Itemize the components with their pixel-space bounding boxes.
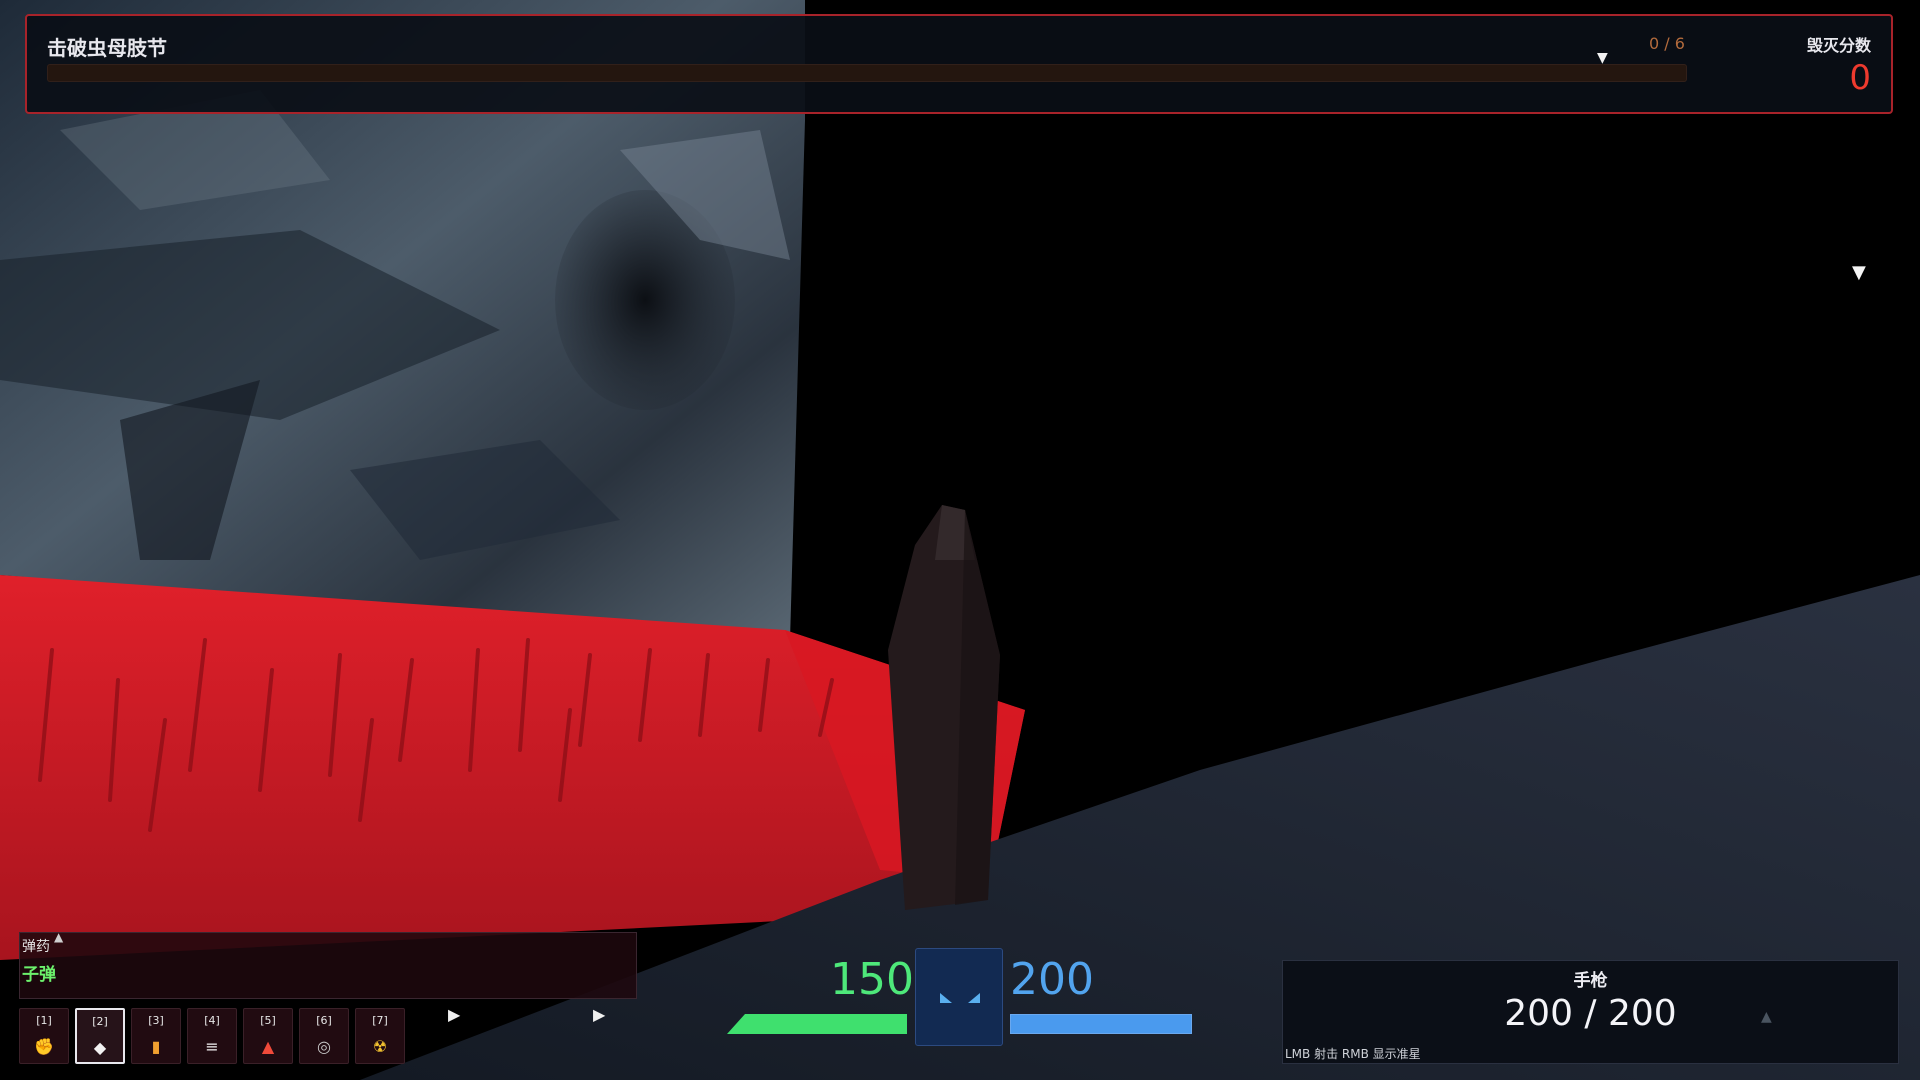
weapon-panel: 手枪 200 / 200 ▲ LMB 射击 RMB 显示准星 bbox=[1282, 960, 1899, 1064]
weapon-slot-4[interactable]: [4] ≡ bbox=[187, 1008, 237, 1064]
shield-bar-fill bbox=[1011, 1015, 1191, 1033]
game-scene bbox=[0, 0, 1920, 1080]
weapon-slot-2[interactable]: [2] ◆ bbox=[75, 1008, 125, 1064]
slot-key-label: [1] bbox=[36, 1014, 52, 1027]
ammo-panel: 弹药 ▲ 子弹 bbox=[19, 930, 637, 999]
slot-key-label: [4] bbox=[204, 1014, 220, 1027]
ammo-item[interactable]: 子弹 bbox=[22, 960, 56, 985]
objective-count: 0 / 6 bbox=[1649, 34, 1685, 53]
health-bar-fill bbox=[727, 1014, 907, 1034]
weapon-ammo-count: 200 / 200 bbox=[1504, 993, 1677, 1034]
battery-icon: ▮ bbox=[151, 1037, 161, 1056]
slot-key-label: [5] bbox=[260, 1014, 276, 1027]
ammo-collapse-icon[interactable]: ▲ bbox=[54, 930, 63, 944]
player-status-icon bbox=[915, 948, 1003, 1046]
fist-icon: ✊ bbox=[34, 1037, 54, 1056]
weapon-slot-1[interactable]: [1] ✊ bbox=[19, 1008, 69, 1064]
score-value: 0 bbox=[1849, 58, 1871, 98]
health-value: 150 bbox=[830, 954, 914, 1005]
shield-bar bbox=[1010, 1014, 1192, 1034]
objective-bar: 击破虫母肢节 ▼ 0 / 6 毁灭分数 0 bbox=[25, 14, 1893, 114]
objective-progress-track bbox=[47, 64, 1687, 82]
slot-arrow-left-icon[interactable]: ▶ bbox=[448, 1005, 460, 1024]
slot-arrow-right-icon[interactable]: ▶ bbox=[593, 1005, 605, 1024]
weapon-slot-7[interactable]: [7] ☢ bbox=[355, 1008, 405, 1064]
target-icon: ◎ bbox=[317, 1037, 331, 1056]
lines-icon: ≡ bbox=[205, 1037, 219, 1056]
slot-key-label: [3] bbox=[148, 1014, 164, 1027]
eyes-icon bbox=[940, 993, 980, 1003]
weapon-slot-3[interactable]: [3] ▮ bbox=[131, 1008, 181, 1064]
controls-hint: LMB 射击 RMB 显示准星 bbox=[1285, 1047, 1421, 1061]
slot-key-label: [6] bbox=[316, 1014, 332, 1027]
weapon-slot-5[interactable]: [5] ▲ bbox=[243, 1008, 293, 1064]
weapon-name: 手枪 bbox=[1573, 971, 1608, 991]
health-bar bbox=[727, 1014, 907, 1034]
diamond-icon: ◆ bbox=[93, 1038, 107, 1057]
shield-value: 200 bbox=[1010, 954, 1094, 1005]
score-label: 毁灭分数 bbox=[1806, 36, 1871, 55]
slot-key-label: [7] bbox=[372, 1014, 388, 1027]
slot-key-label: [2] bbox=[92, 1015, 108, 1028]
ammo-label: 弹药 bbox=[22, 939, 50, 955]
radiation-icon: ☢ bbox=[372, 1037, 388, 1056]
weapon-slot-6[interactable]: [6] ◎ bbox=[299, 1008, 349, 1064]
weapon-caret-icon: ▲ bbox=[1761, 1009, 1772, 1025]
objective-title: 击破虫母肢节 bbox=[47, 36, 167, 60]
triangle-icon: ▲ bbox=[261, 1037, 275, 1056]
waypoint-marker-icon: ▼ bbox=[1852, 262, 1866, 283]
obelisk bbox=[888, 505, 1000, 910]
